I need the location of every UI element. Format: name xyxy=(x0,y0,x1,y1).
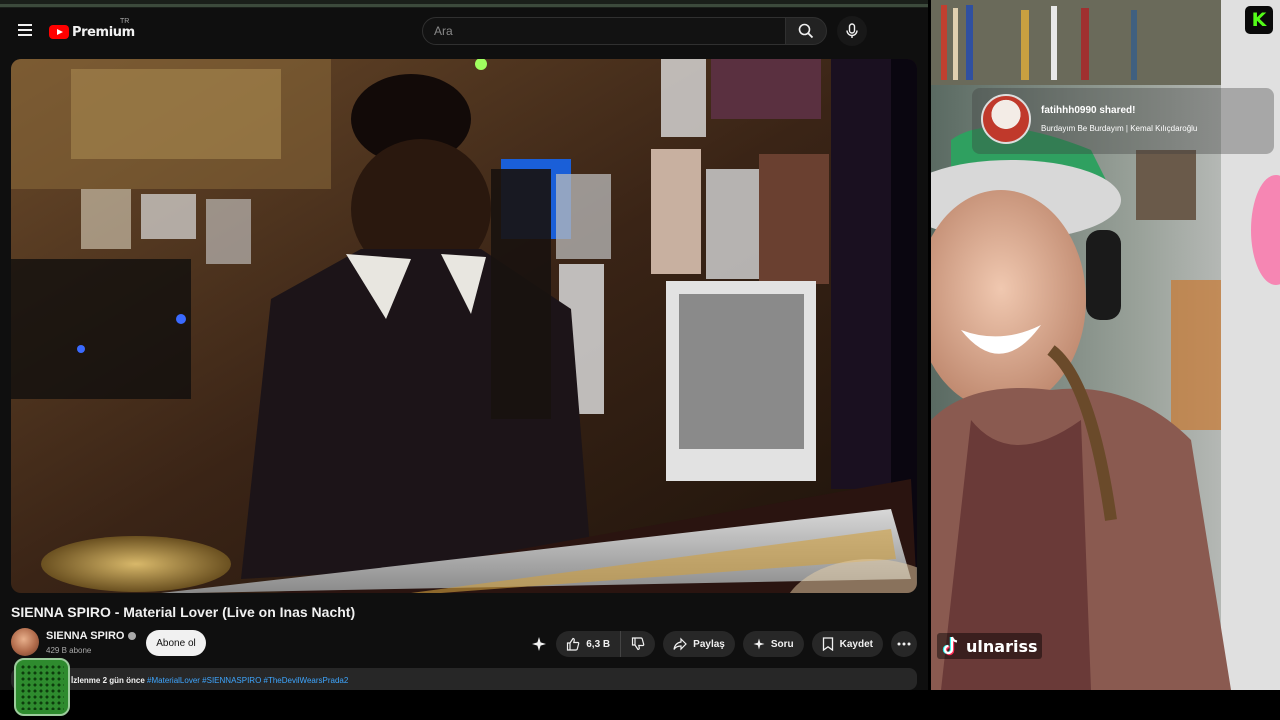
tiktok-handle: ulnariss xyxy=(937,633,1043,659)
verified-icon xyxy=(128,632,137,640)
screen: Premium TR Ara SIENNA SPIRO - Material L… xyxy=(0,0,1280,720)
subscriber-count: 429 B abone xyxy=(46,646,92,655)
action-bar: 6,3 B Paylaş Soru Kaydet xyxy=(530,631,917,657)
ask-label: Soru xyxy=(770,638,794,650)
search-button[interactable] xyxy=(785,17,827,45)
video-title: SIENNA SPIRO - Material Lover (Live on I… xyxy=(11,604,356,620)
microphone-icon xyxy=(846,23,858,38)
description-meta: İzlenme 2 gün önce xyxy=(71,676,145,685)
like-button[interactable]: 6,3 B xyxy=(556,631,622,657)
share-alert-thumbnail xyxy=(981,94,1031,144)
share-label: Paylaş xyxy=(693,638,725,650)
more-actions-button[interactable] xyxy=(891,631,917,657)
ask-button[interactable]: Soru xyxy=(742,631,804,657)
share-button[interactable]: Paylaş xyxy=(663,631,735,657)
subscribe-button[interactable]: Abone ol xyxy=(146,630,206,656)
youtube-logo[interactable]: Premium TR xyxy=(49,18,135,42)
share-alert-user: fatihhh0990 shared! xyxy=(1041,105,1136,116)
like-dislike-group: 6,3 B xyxy=(556,631,656,657)
search-box xyxy=(422,17,786,45)
description-tags: #MaterialLover #SIENNASPIRO #TheDevilWea… xyxy=(147,676,349,685)
tiktok-icon xyxy=(940,635,962,657)
dislike-button[interactable] xyxy=(621,631,655,657)
top-bar xyxy=(0,0,930,8)
save-label: Kaydet xyxy=(839,638,873,650)
search-input[interactable] xyxy=(423,18,785,44)
description-box[interactable]: İzlenme 2 gün önce #MaterialLover #SIENN… xyxy=(11,668,917,690)
logo-text: Premium xyxy=(72,24,135,40)
share-alert: fatihhh0990 shared! Burdayım Be Burdayım… xyxy=(972,88,1274,154)
thumbs-up-icon xyxy=(567,637,580,651)
platform-badge: K xyxy=(1251,9,1267,31)
sparkle-button[interactable] xyxy=(530,635,548,653)
menu-icon[interactable] xyxy=(14,21,36,43)
streamer-handle: ulnariss xyxy=(966,636,1038,656)
search-icon xyxy=(798,23,814,39)
logo-country: TR xyxy=(120,18,130,25)
video-player[interactable] xyxy=(11,59,917,593)
channel-name: SIENNA SPIRO xyxy=(46,630,125,642)
thumbs-down-icon xyxy=(632,637,645,651)
bottom-strip xyxy=(0,690,1280,720)
like-count: 6,3 B xyxy=(586,638,611,650)
overlay-widget xyxy=(14,658,70,716)
masthead: Premium TR xyxy=(0,12,930,52)
video-frame xyxy=(11,59,917,593)
save-button[interactable]: Kaydet xyxy=(811,631,883,657)
share-alert-song: Burdayım Be Burdayım | Kemal Kılıçdaroğl… xyxy=(1041,124,1198,133)
voice-search-button[interactable] xyxy=(837,16,867,46)
kick-icon: K xyxy=(1245,6,1273,34)
more-icon xyxy=(897,642,911,646)
ask-icon xyxy=(753,638,765,650)
sparkle-icon xyxy=(532,637,547,651)
youtube-pane: Premium TR Ara SIENNA SPIRO - Material L… xyxy=(0,0,930,690)
save-icon xyxy=(822,637,833,651)
owner-row: SIENNA SPIRO 429 B abone Abone ol 6,3 B xyxy=(11,628,917,660)
youtube-logo-icon xyxy=(49,25,69,39)
share-icon xyxy=(673,637,688,651)
channel-name-row[interactable]: SIENNA SPIRO xyxy=(46,630,137,642)
channel-avatar[interactable] xyxy=(11,628,39,656)
